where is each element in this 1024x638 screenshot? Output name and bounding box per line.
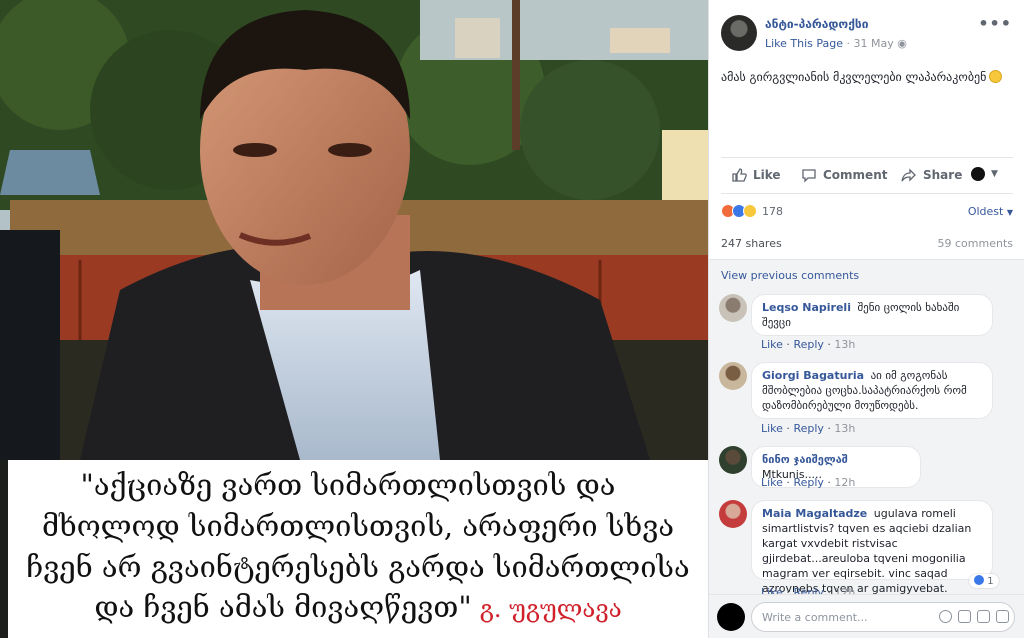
caption-line-3: ჩვენ არ გვაინტერესებს გარდა სიმართლისა — [26, 550, 690, 584]
post-stats: 178 Oldest ▼ 247 shares 59 comments — [721, 193, 1013, 265]
globe-icon: ◉ — [897, 37, 907, 50]
like-label: Like — [753, 168, 781, 182]
share-button[interactable]: Share — [901, 167, 962, 183]
post-date[interactable]: 31 May — [854, 37, 894, 50]
post-meta: Like This Page · 31 May ◉ — [765, 37, 907, 50]
meta-separator: · — [846, 37, 854, 50]
comment-meta: Like · Reply · 12h — [761, 476, 856, 489]
commenter-name[interactable]: ნინო ჯაიშელაშ — [762, 453, 848, 466]
post-as-avatar — [971, 167, 985, 181]
post-image[interactable]: "აქციაზე ვართ სიმართლისთვის და მხოლოდ სი… — [0, 0, 708, 638]
comment-like-link[interactable]: Like — [761, 422, 783, 435]
share-arrow-icon — [901, 168, 916, 182]
commenter-avatar[interactable] — [719, 500, 747, 528]
emoji-icon[interactable] — [939, 610, 952, 623]
post-panel: ანტი-პარადოქსი Like This Page · 31 May ◉… — [708, 0, 1024, 638]
caption-signature: გ. უგულავა — [479, 595, 622, 623]
comment-reaction-count: 1 — [987, 576, 994, 587]
caption-line-2: მხოლოდ სიმართლისთვის, არაფერი სხვა — [41, 509, 675, 543]
post-photo — [0, 0, 708, 460]
sticker-icon[interactable] — [996, 610, 1009, 623]
commenter-name[interactable]: Leqso Napireli — [762, 301, 851, 314]
commenter-name[interactable]: Giorgi Bagaturia — [762, 369, 864, 382]
page-avatar[interactable] — [721, 15, 757, 51]
haha-reaction-icon — [743, 204, 757, 218]
comments-section: View previous comments Leqso Napireli შე… — [709, 259, 1024, 599]
shares-count[interactable]: 247 shares — [721, 237, 782, 250]
current-user-avatar — [717, 603, 745, 631]
caret-down-icon: ▼ — [1006, 208, 1013, 217]
comment-label: Comment — [823, 168, 888, 182]
commenter-name[interactable]: Maia Magaltadze — [762, 507, 867, 520]
comment-composer — [709, 594, 1024, 638]
commenter-avatar[interactable] — [719, 446, 747, 474]
comment-bubble: Maia Magaltadze ugulava romeli simartlis… — [751, 500, 993, 595]
reactions-count: 178 — [762, 204, 783, 218]
camera-icon[interactable] — [958, 610, 971, 623]
like-button[interactable]: Like — [731, 167, 781, 183]
like-reaction-icon — [974, 575, 984, 585]
thumbs-up-icon — [732, 168, 747, 182]
sort-comments-dropdown[interactable]: Oldest ▼ — [968, 205, 1013, 218]
chevron-down-icon: ▼ — [991, 169, 998, 179]
post-as-selector[interactable]: ▼ — [971, 167, 998, 181]
comment-reply-link[interactable]: Reply — [793, 422, 823, 435]
comment-icon — [802, 169, 816, 183]
comment-bubble: Giorgi Bagaturia აი იმ გოგონას მშობლებია… — [751, 362, 993, 419]
comment-text: ugulava romeli simartlistvis? tqven es a… — [762, 507, 972, 595]
comments-count[interactable]: 59 comments — [938, 237, 1014, 250]
commenter-avatar[interactable] — [719, 294, 747, 322]
page-name-link[interactable]: ანტი-პარადოქსი — [765, 17, 869, 31]
comment-like-link[interactable]: Like — [761, 476, 783, 489]
share-label: Share — [923, 168, 963, 182]
comment-time[interactable]: 13h — [834, 338, 855, 351]
comment-meta: Like · Reply · 13h — [761, 338, 856, 351]
gif-icon[interactable] — [977, 610, 990, 623]
caption-line-4: და ჩვენ ამას მივაღწევთ" გ. უგულავა — [8, 593, 708, 622]
sort-label: Oldest — [967, 205, 1004, 218]
comment-like-link[interactable]: Like — [761, 338, 783, 351]
confused-emoji-icon — [989, 70, 1003, 83]
post-actions: Like Comment Share ▼ — [721, 157, 1013, 193]
post-text: ამას გირგვლიანის მკვლელები ლაპარაკობენ — [721, 70, 1003, 84]
reactions-summary[interactable]: 178 — [721, 204, 783, 218]
like-this-page-link[interactable]: Like This Page — [765, 37, 843, 50]
post-text-body: ამას გირგვლიანის მკვლელები ლაპარაკობენ — [721, 70, 987, 84]
view-previous-comments-link[interactable]: View previous comments — [721, 269, 859, 282]
comment-reaction-badge[interactable]: 1 — [969, 574, 999, 588]
quote-caption: "აქციაზე ვართ სიმართლისთვის და მხოლოდ სი… — [8, 460, 708, 638]
caption-line-4-text: და ჩვენ ამას მივაღწევთ" — [94, 590, 472, 624]
comment-bubble: Leqso Napireli შენი ცოლის ხახაში შევცი — [751, 294, 993, 336]
comment-reply-link[interactable]: Reply — [793, 338, 823, 351]
comment-time[interactable]: 13h — [834, 422, 855, 435]
comment-time[interactable]: 12h — [834, 476, 855, 489]
composer-tools — [939, 610, 1009, 623]
comment-button[interactable]: Comment — [801, 167, 887, 183]
more-options-button[interactable]: ••• — [978, 14, 1012, 33]
comment-reply-link[interactable]: Reply — [793, 476, 823, 489]
comment-meta: Like · Reply · 13h — [761, 422, 856, 435]
commenter-avatar[interactable] — [719, 362, 747, 390]
caption-line-1: "აქციაზე ვართ სიმართლისთვის და — [80, 468, 616, 502]
